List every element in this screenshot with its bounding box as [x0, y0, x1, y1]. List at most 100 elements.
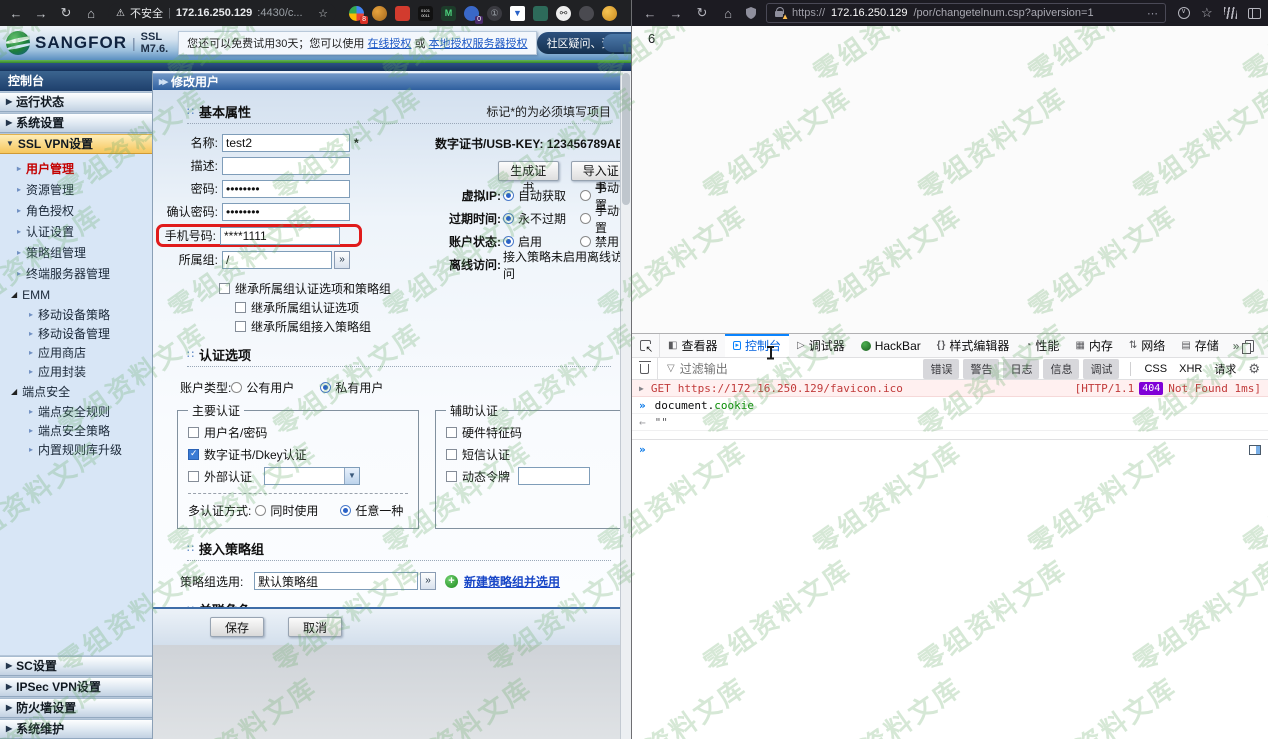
external-auth-select[interactable]: ▼: [264, 467, 360, 485]
policy-group-input[interactable]: [254, 572, 418, 590]
state-enabled-radio[interactable]: [503, 236, 514, 247]
filter-errors-button[interactable]: 错误: [923, 359, 959, 379]
extension-icon[interactable]: 8: [349, 6, 364, 21]
group-picker-button[interactable]: »: [334, 251, 350, 269]
scrollbar-thumb[interactable]: [622, 73, 630, 205]
dropdown-arrow-icon[interactable]: ▼: [344, 468, 359, 484]
network-error-row[interactable]: ▶ GET https://172.16.250.129/favicon.ico…: [632, 380, 1268, 397]
tab-network[interactable]: ⇅网络: [1121, 334, 1173, 357]
expire-manual-radio[interactable]: [580, 213, 591, 224]
new-policy-link[interactable]: 新建策略组并选用: [464, 573, 560, 590]
bookmark-star-icon[interactable]: ☆: [318, 7, 328, 20]
add-icon[interactable]: +: [445, 575, 458, 588]
sidebar-item-resource-management[interactable]: ▸资源管理: [0, 179, 152, 200]
filter-info-button[interactable]: 信息: [1043, 359, 1079, 379]
console-input-row[interactable]: »: [632, 439, 1268, 459]
token-input[interactable]: [518, 467, 590, 485]
userpwd-auth-checkbox[interactable]: [188, 427, 199, 438]
screenshot-extension-icon[interactable]: [533, 6, 548, 21]
expire-never-radio[interactable]: [503, 213, 514, 224]
vip-manual-radio[interactable]: [580, 190, 591, 201]
forward-icon[interactable]: →: [33, 6, 49, 21]
sidebar-item-endpoint-security[interactable]: ◢端点安全: [0, 381, 152, 402]
filter-logs-button[interactable]: 日志: [1003, 359, 1039, 379]
sidebar-item-auth-settings[interactable]: ▸认证设置: [0, 221, 152, 242]
sidebar-group-system-settings[interactable]: ▶系统设置: [0, 113, 152, 133]
extension-icon[interactable]: ▼: [510, 6, 525, 21]
cookie-extension-icon[interactable]: [372, 6, 387, 21]
sidebar-toggle-icon[interactable]: [1248, 8, 1261, 19]
sidebar-group-ipsec-vpn[interactable]: ▶IPSec VPN设置: [0, 677, 152, 697]
sidebar-item-role-authorization[interactable]: ▸角色授权: [0, 200, 152, 221]
library-icon[interactable]: [1224, 7, 1237, 19]
sidebar-item-policy-group[interactable]: ▸策略组管理: [0, 242, 152, 263]
responsive-mode-icon[interactable]: [1245, 340, 1254, 352]
extension-icon[interactable]: [395, 6, 410, 21]
sidebar-item-endpoint-rules[interactable]: ▸端点安全规则: [0, 402, 152, 421]
sidebar-group-sc-settings[interactable]: ▶SC设置: [0, 656, 152, 676]
address-bar[interactable]: ▲ https://172.16.250.129/por/changetelnu…: [766, 3, 1166, 23]
back-icon[interactable]: ←: [642, 6, 658, 21]
address-bar[interactable]: ⚠ 不安全 | 172.16.250.129 :4430/c... ☆: [108, 3, 336, 23]
sidebar-item-rule-library-upgrade[interactable]: ▸内置规则库升级: [0, 440, 152, 459]
tab-storage[interactable]: ▤存储: [1173, 334, 1226, 357]
online-license-link[interactable]: 在线授权: [367, 38, 411, 50]
puzzle-extension-icon[interactable]: ⚯: [556, 6, 571, 21]
password-input[interactable]: [222, 180, 350, 198]
forward-icon[interactable]: →: [668, 6, 684, 21]
inherit-all-checkbox[interactable]: [219, 283, 230, 294]
multi-any-radio[interactable]: [340, 505, 351, 516]
tab-performance[interactable]: ◔性能: [1017, 334, 1067, 357]
filter-xhr-button[interactable]: XHR: [1173, 361, 1208, 377]
pocket-icon[interactable]: [1178, 7, 1190, 19]
tab-style-editor[interactable]: { }样式编辑器: [929, 334, 1018, 357]
filter-debug-button[interactable]: 调试: [1083, 359, 1119, 379]
hardware-id-checkbox[interactable]: [446, 427, 457, 438]
filter-warnings-button[interactable]: 警告: [963, 359, 999, 379]
sms-auth-checkbox[interactable]: [446, 449, 457, 460]
sidebar-item-app-store[interactable]: ▸应用商店: [0, 343, 152, 362]
filter-input[interactable]: [680, 362, 924, 376]
avatar-extension-icon[interactable]: [579, 6, 594, 21]
page-actions-icon[interactable]: ⋯: [1147, 7, 1158, 20]
binary-extension-icon[interactable]: 0101 0011: [418, 6, 433, 21]
sidebar-item-mobile-management[interactable]: ▸移动设备管理: [0, 324, 152, 343]
pick-element-button[interactable]: [632, 334, 660, 357]
filter-css-button[interactable]: CSS: [1138, 361, 1173, 377]
sidebar-group-run-status[interactable]: ▶运行状态: [0, 92, 152, 112]
inherit-auth-checkbox[interactable]: [235, 302, 246, 313]
description-input[interactable]: [222, 157, 350, 175]
bookmark-star-icon[interactable]: ☆: [1201, 5, 1213, 21]
header-pill[interactable]: [603, 34, 631, 52]
sidebar-item-user-management[interactable]: ▸用户管理: [0, 158, 152, 179]
save-button[interactable]: 保存: [210, 617, 264, 637]
extension-icon[interactable]: M: [441, 6, 456, 21]
group-input[interactable]: [222, 251, 332, 269]
console-settings-icon[interactable]: ⚙: [1248, 361, 1260, 377]
back-icon[interactable]: ←: [8, 6, 24, 21]
extension-icon[interactable]: 0: [464, 6, 479, 21]
reload-icon[interactable]: ↻: [58, 5, 74, 21]
home-icon[interactable]: ⌂: [83, 6, 99, 21]
inherit-policy-checkbox[interactable]: [235, 321, 246, 332]
profile-avatar[interactable]: [602, 6, 617, 21]
filter-requests-button[interactable]: 请求: [1208, 359, 1242, 379]
vertical-scrollbar[interactable]: [620, 71, 631, 739]
token-auth-checkbox[interactable]: [446, 471, 457, 482]
tab-hackbar[interactable]: HackBar: [853, 334, 929, 357]
local-license-link[interactable]: 本地授权服务器授权: [429, 38, 528, 50]
sidebar-group-ssl-vpn[interactable]: ▼SSL VPN设置: [0, 134, 152, 154]
cert-auth-checkbox[interactable]: [188, 449, 199, 460]
tab-console[interactable]: ▸控制台: [725, 334, 789, 357]
tab-debugger[interactable]: ▷调试器: [789, 334, 853, 357]
home-icon[interactable]: ⌂: [720, 6, 736, 21]
sidebar-item-endpoint-policy[interactable]: ▸端点安全策略: [0, 421, 152, 440]
sidebar-item-emm[interactable]: ◢EMM: [0, 284, 152, 305]
public-user-radio[interactable]: [231, 382, 242, 393]
clear-console-button[interactable]: [632, 358, 658, 379]
sidebar-item-app-wrapping[interactable]: ▸应用封装: [0, 362, 152, 381]
external-auth-checkbox[interactable]: [188, 471, 199, 482]
tab-inspector[interactable]: ◧查看器: [660, 334, 725, 357]
tab-memory[interactable]: ▦内存: [1067, 334, 1120, 357]
policy-picker-button[interactable]: »: [420, 572, 436, 590]
